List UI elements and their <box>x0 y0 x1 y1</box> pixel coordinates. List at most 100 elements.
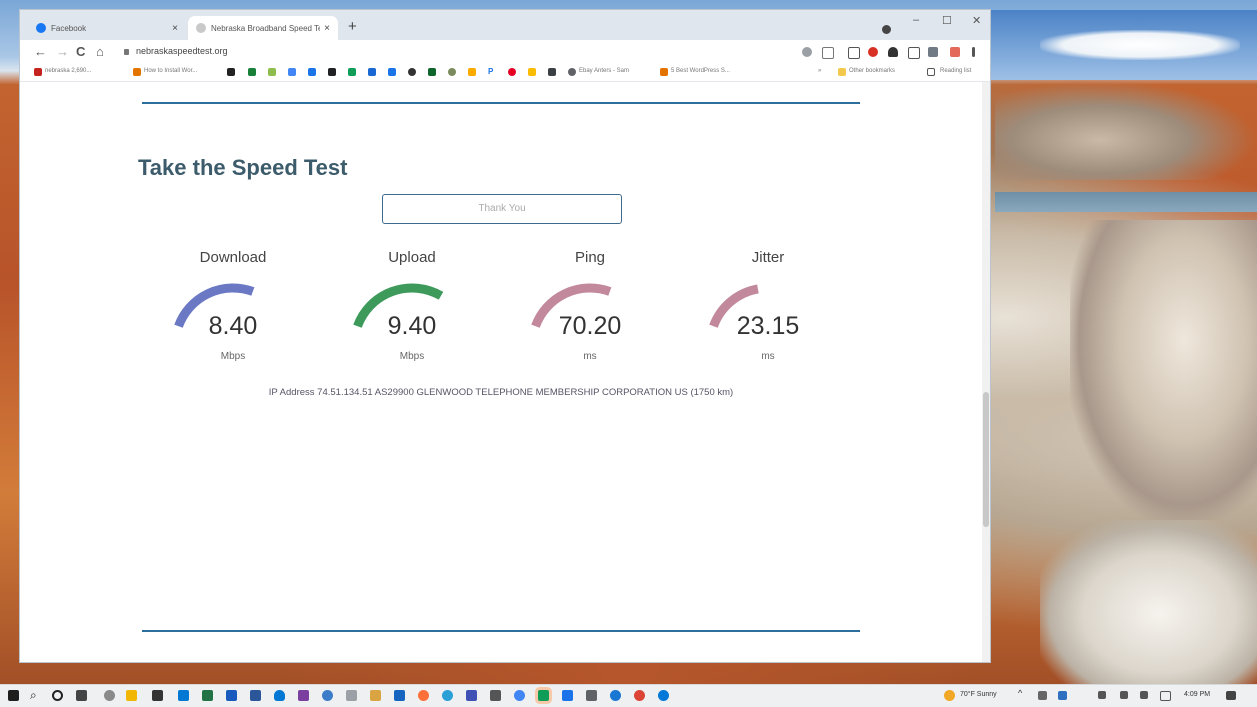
task-view-icon[interactable] <box>76 690 87 701</box>
volume-icon[interactable] <box>1140 691 1148 699</box>
google-icon[interactable] <box>288 68 296 76</box>
wifi-icon[interactable] <box>1120 691 1128 699</box>
star-icon[interactable] <box>822 47 834 59</box>
share-icon[interactable] <box>802 47 812 57</box>
lock-icon[interactable] <box>124 49 129 55</box>
puzzle-icon[interactable] <box>888 47 898 57</box>
bookmark-icon[interactable] <box>448 68 456 76</box>
weather-text[interactable]: 70°F Sunny <box>960 691 997 698</box>
paypal-icon[interactable]: P <box>488 68 496 76</box>
tray-overflow-icon[interactable]: ^ <box>1018 688 1022 698</box>
close-window-button[interactable]: ✕ <box>972 14 981 27</box>
profile-icon[interactable] <box>882 25 891 34</box>
tab-facebook[interactable]: Facebook × <box>28 16 186 40</box>
bookmark-icon[interactable] <box>660 68 668 76</box>
bookmark-icon[interactable] <box>268 68 276 76</box>
menu-icon[interactable] <box>972 47 975 57</box>
app-icon[interactable] <box>562 690 573 701</box>
adblock-icon[interactable] <box>868 47 878 57</box>
bookmark-icon[interactable] <box>408 68 416 76</box>
app-icon[interactable] <box>298 690 309 701</box>
bookmark-icon[interactable] <box>227 68 235 76</box>
firefox-icon[interactable] <box>418 690 429 701</box>
app-icon-active[interactable] <box>538 690 549 701</box>
sync-tray-icon[interactable] <box>1098 691 1106 699</box>
pinterest-icon[interactable] <box>508 68 516 76</box>
store-icon[interactable] <box>152 690 163 701</box>
pocket-icon[interactable] <box>950 47 960 57</box>
app-tray-icon[interactable] <box>1058 691 1067 700</box>
back-button[interactable]: ← <box>34 44 47 59</box>
bookmark-item[interactable]: Ebay Anters - Sam <box>579 68 629 74</box>
reading-list-icon[interactable] <box>927 68 935 76</box>
bookmark-icon[interactable] <box>388 68 396 76</box>
bookmark-icon[interactable] <box>133 68 141 76</box>
bookmark-icon[interactable] <box>368 68 376 76</box>
gmail-icon[interactable] <box>34 68 42 76</box>
address-bar[interactable]: nebraskaspeedtest.org <box>136 46 228 56</box>
cortana-icon[interactable] <box>52 690 63 701</box>
home-button[interactable]: ⌂ <box>96 44 104 59</box>
chrome-icon[interactable] <box>634 690 645 701</box>
search-icon[interactable]: ⌕ <box>30 688 37 703</box>
minimize-button[interactable]: – <box>913 14 919 26</box>
edge-icon[interactable] <box>442 690 453 701</box>
bookmark-icon[interactable] <box>428 68 436 76</box>
media-icon[interactable] <box>928 47 938 57</box>
word-icon[interactable] <box>226 690 237 701</box>
tab-speed-test[interactable]: Nebraska Broadband Speed Test × <box>188 16 338 40</box>
notifications-icon[interactable] <box>1226 691 1236 700</box>
app-icon[interactable] <box>250 690 261 701</box>
mail-icon[interactable] <box>178 690 189 701</box>
forward-button[interactable]: → <box>56 44 69 59</box>
new-tab-button[interactable]: + <box>348 18 357 35</box>
app-icon[interactable] <box>490 690 501 701</box>
scrollbar-thumb[interactable] <box>983 392 989 527</box>
app-icon[interactable] <box>322 690 333 701</box>
bookmark-item[interactable]: How to Install Wor... <box>144 68 197 74</box>
bookmark-icon[interactable] <box>248 68 256 76</box>
other-bookmarks[interactable]: Other bookmarks <box>849 68 895 74</box>
app-icon[interactable] <box>346 690 357 701</box>
start-button[interactable] <box>8 690 19 701</box>
bookmark-item[interactable]: nebraska 2,690... <box>45 68 91 74</box>
gauge-unit: ms <box>583 351 597 362</box>
bookmark-icon[interactable] <box>568 68 576 76</box>
app-icon[interactable] <box>394 690 405 701</box>
excel-icon[interactable] <box>202 690 213 701</box>
app-icon[interactable] <box>658 690 669 701</box>
app-icon[interactable] <box>586 690 597 701</box>
bookmark-icon[interactable] <box>308 68 316 76</box>
extension-icon[interactable] <box>848 47 860 59</box>
reload-button[interactable]: C <box>76 44 85 59</box>
close-tab-icon[interactable]: × <box>324 23 330 34</box>
clock[interactable]: 4:09 PM <box>1184 691 1210 698</box>
maximize-button[interactable]: ☐ <box>942 14 952 27</box>
gauge-unit: Mbps <box>220 351 246 362</box>
folder-icon[interactable] <box>838 68 846 76</box>
bookmark-icon[interactable] <box>528 68 536 76</box>
more-bookmarks-icon[interactable]: » <box>818 68 821 74</box>
weather-sun-icon[interactable] <box>944 690 955 701</box>
bookmark-icon[interactable] <box>348 68 356 76</box>
file-explorer-icon[interactable] <box>126 690 137 701</box>
top-divider <box>142 102 860 104</box>
close-tab-icon[interactable]: × <box>172 23 178 34</box>
bookmark-icon[interactable] <box>548 68 556 76</box>
settings-icon[interactable] <box>104 690 115 701</box>
gauge-label: Upload <box>388 249 436 266</box>
app-icon[interactable] <box>466 690 477 701</box>
app-icon[interactable] <box>370 690 381 701</box>
bookmark-icon[interactable] <box>468 68 476 76</box>
cast-icon[interactable] <box>908 47 920 59</box>
network-tray-icon[interactable] <box>1038 691 1047 700</box>
reading-list[interactable]: Reading list <box>940 68 971 74</box>
app-icon[interactable] <box>610 690 621 701</box>
keyboard-icon[interactable] <box>1160 691 1171 701</box>
google-icon[interactable] <box>514 690 525 701</box>
bookmark-icon[interactable] <box>328 68 336 76</box>
onedrive-icon[interactable] <box>274 690 285 701</box>
scrollbar-track[interactable] <box>982 82 990 662</box>
bookmark-item[interactable]: 5 Best WordPress S... <box>671 68 730 74</box>
thank-you-button[interactable]: Thank You <box>382 194 622 224</box>
